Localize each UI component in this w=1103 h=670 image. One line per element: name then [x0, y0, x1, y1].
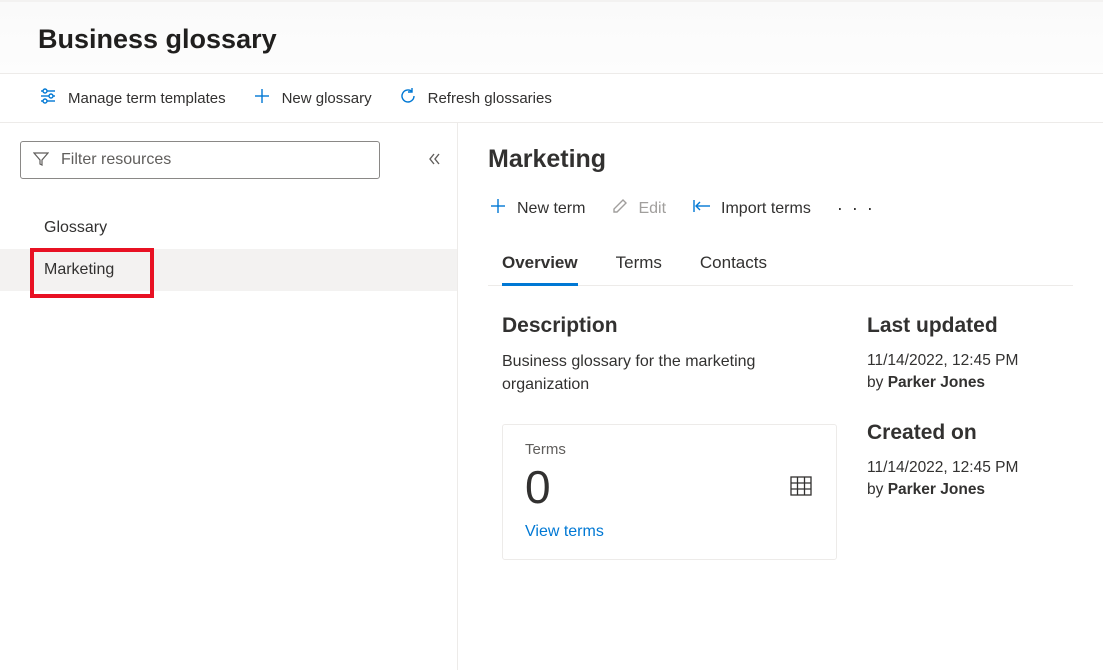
detail-tabs: Overview Terms Contacts	[488, 245, 1073, 286]
edit-label: Edit	[638, 200, 666, 218]
filter-input-container[interactable]	[20, 141, 380, 179]
last-updated-text: 11/14/2022, 12:45 PM by Parker Jones	[867, 350, 1037, 395]
created-on-heading: Created on	[867, 421, 1037, 445]
detail-actions: New term Edit Impo	[488, 196, 1073, 221]
terms-card-row: 0	[525, 462, 814, 513]
split-pane: Glossary Marketing Marketing New	[0, 122, 1103, 670]
new-glossary-button[interactable]: New glossary	[252, 86, 372, 110]
filter-input[interactable]	[61, 151, 367, 169]
top-command-bar: Manage term templates New glossary Refre…	[0, 73, 1103, 122]
tab-label: Terms	[616, 253, 662, 272]
import-terms-label: Import terms	[721, 200, 811, 218]
detail-panel: Marketing New term	[458, 123, 1103, 670]
plus-icon	[252, 86, 272, 110]
collapse-left-panel-button[interactable]	[419, 144, 449, 177]
chevron-double-left-icon	[425, 155, 443, 171]
refresh-glossaries-button[interactable]: Refresh glossaries	[398, 86, 552, 110]
app-root: Business glossary Manage term templates …	[0, 0, 1103, 670]
tree-item-label: Marketing	[44, 261, 114, 278]
tab-terms[interactable]: Terms	[616, 245, 662, 285]
refresh-icon	[398, 86, 418, 110]
funnel-icon	[33, 151, 49, 170]
overview-section: Description Business glossary for the ma…	[488, 286, 1073, 560]
created-on-block: Created on 11/14/2022, 12:45 PM by Parke…	[867, 421, 1037, 502]
terms-card-label: Terms	[525, 441, 814, 458]
terms-count-value: 0	[525, 462, 551, 513]
description-heading: Description	[502, 314, 837, 338]
tab-label: Overview	[502, 253, 578, 272]
tree-item-glossary[interactable]: Glossary	[0, 207, 457, 249]
last-updated-by-prefix: by	[867, 374, 888, 391]
new-term-button[interactable]: New term	[488, 196, 585, 221]
tree-item-label: Glossary	[44, 219, 107, 236]
created-on-by-prefix: by	[867, 481, 888, 498]
last-updated-datetime: 11/14/2022, 12:45 PM	[867, 352, 1018, 369]
more-actions-button[interactable]: · · ·	[837, 198, 875, 219]
view-terms-link[interactable]: View terms	[525, 523, 814, 541]
tab-overview[interactable]: Overview	[502, 245, 578, 286]
filter-row	[0, 141, 457, 179]
page-title: Business glossary	[38, 24, 1103, 55]
last-updated-block: Last updated 11/14/2022, 12:45 PM by Par…	[867, 314, 1037, 395]
tree-item-marketing[interactable]: Marketing	[0, 249, 457, 291]
description-text: Business glossary for the marketing orga…	[502, 350, 837, 396]
overview-left-column: Description Business glossary for the ma…	[502, 314, 837, 560]
left-panel: Glossary Marketing	[0, 123, 458, 670]
last-updated-heading: Last updated	[867, 314, 1037, 338]
new-glossary-label: New glossary	[282, 90, 372, 107]
tab-contacts[interactable]: Contacts	[700, 245, 767, 285]
last-updated-user: Parker Jones	[888, 374, 985, 391]
table-icon	[788, 473, 814, 502]
manage-term-templates-label: Manage term templates	[68, 90, 226, 107]
terms-count-card: Terms 0 View terms	[502, 424, 837, 560]
import-icon	[692, 197, 712, 220]
more-horizontal-icon: · · ·	[837, 198, 875, 218]
pencil-icon	[611, 197, 629, 220]
page-header: Business glossary	[0, 0, 1103, 73]
refresh-glossaries-label: Refresh glossaries	[428, 90, 552, 107]
tab-label: Contacts	[700, 253, 767, 272]
new-term-label: New term	[517, 200, 585, 218]
overview-right-column: Last updated 11/14/2022, 12:45 PM by Par…	[867, 314, 1037, 560]
glossary-title: Marketing	[488, 145, 1073, 174]
glossary-tree: Glossary Marketing	[0, 207, 457, 291]
import-terms-button[interactable]: Import terms	[692, 197, 811, 220]
created-on-text: 11/14/2022, 12:45 PM by Parker Jones	[867, 457, 1037, 502]
sliders-icon	[38, 86, 58, 110]
edit-button[interactable]: Edit	[611, 197, 666, 220]
plus-icon	[488, 196, 508, 221]
created-on-user: Parker Jones	[888, 481, 985, 498]
created-on-datetime: 11/14/2022, 12:45 PM	[867, 459, 1018, 476]
manage-term-templates-button[interactable]: Manage term templates	[38, 86, 226, 110]
